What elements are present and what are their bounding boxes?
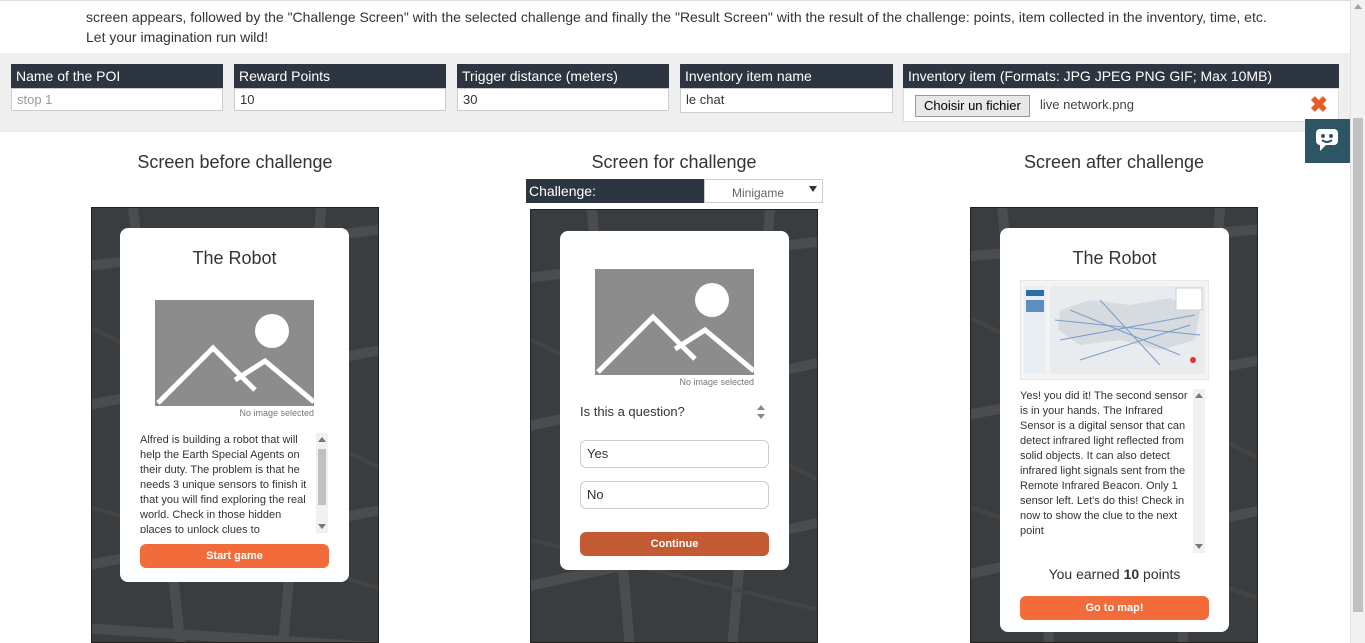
- answer-no[interactable]: No: [580, 481, 769, 509]
- inventory-file-field: Inventory item (Formats: JPG JPEG PNG GI…: [903, 64, 1339, 122]
- inventory-file-label: Inventory item (Formats: JPG JPEG PNG GI…: [903, 64, 1339, 88]
- scroll-up-icon[interactable]: [318, 437, 326, 442]
- before-challenge-title: Screen before challenge: [137, 152, 333, 172]
- intro-text: screen appears, followed by the "Challen…: [86, 9, 1267, 45]
- spinner-icon[interactable]: [755, 403, 767, 421]
- challenge-select-value: Minigame: [732, 186, 785, 200]
- reward-points-label: Reward Points: [234, 64, 446, 88]
- challenge-label: Challenge:: [526, 179, 704, 203]
- scroll-up-arrow-icon[interactable]: [1354, 4, 1362, 9]
- before-card: The Robot No image selected Alfred is bu…: [120, 228, 349, 582]
- image-placeholder-icon: [595, 269, 754, 375]
- page-scrollbar[interactable]: [1350, 0, 1365, 643]
- trigger-distance-input[interactable]: 30: [457, 88, 669, 111]
- challenge-card: No image selected Is this a question? Ye…: [560, 231, 789, 570]
- earned-points-value: 10: [1123, 566, 1140, 582]
- go-to-map-button[interactable]: Go to map!: [1020, 596, 1209, 620]
- inventory-name-label: Inventory item name: [680, 64, 893, 88]
- inventory-item-image: [1020, 280, 1209, 380]
- trigger-distance-label: Trigger distance (meters): [457, 64, 669, 88]
- scrollbar-thumb[interactable]: [318, 449, 326, 505]
- after-phone-preview: The Robot Yes! you did it! The second se…: [970, 207, 1258, 643]
- after-challenge-title: Screen after challenge: [1023, 152, 1205, 172]
- image-placeholder-icon: [155, 300, 314, 406]
- file-name: live network.png: [1040, 97, 1134, 112]
- trigger-distance-field: Trigger distance (meters) 30: [457, 64, 669, 111]
- earned-suffix: points: [1143, 566, 1181, 582]
- after-card-title: The Robot: [1072, 248, 1157, 268]
- inventory-file-row: Choisir un fichier live network.png ✖: [903, 88, 1339, 122]
- intro-section: screen appears, followed by the "Challen…: [0, 0, 1350, 54]
- inventory-name-field: Inventory item name le chat: [680, 64, 893, 113]
- inventory-name-input[interactable]: le chat: [680, 88, 893, 113]
- scroll-up-icon[interactable]: [1195, 393, 1203, 398]
- continue-button[interactable]: Continue: [580, 532, 769, 556]
- poi-name-label: Name of the POI: [11, 64, 223, 88]
- poi-fields-band: Name of the POI stop 1 Reward Points 10 …: [0, 53, 1350, 132]
- before-card-title: The Robot: [192, 248, 277, 268]
- start-game-button[interactable]: Start game: [140, 544, 329, 568]
- before-description-scrollbar[interactable]: [316, 433, 328, 533]
- answer-yes[interactable]: Yes: [580, 440, 769, 468]
- after-card: The Robot Yes! you did it! The second se…: [1000, 228, 1229, 632]
- reward-points-input[interactable]: 10: [234, 88, 446, 111]
- chat-widget-button[interactable]: [1305, 119, 1350, 163]
- choose-file-button[interactable]: Choisir un fichier: [915, 95, 1030, 117]
- scroll-down-icon[interactable]: [1195, 544, 1203, 549]
- challenge-phone-preview: No image selected Is this a question? Ye…: [530, 209, 818, 643]
- challenge-select[interactable]: Minigame: [704, 179, 823, 203]
- poi-name-input[interactable]: stop 1: [11, 88, 223, 111]
- chevron-down-icon: [809, 186, 817, 192]
- earned-prefix: You earned: [1048, 566, 1120, 582]
- earned-points-text: You earned 10 points: [1000, 566, 1229, 582]
- after-description: Yes! you did it! The second sensor is in…: [1020, 390, 1188, 537]
- reward-points-field: Reward Points 10: [234, 64, 446, 111]
- scroll-down-icon[interactable]: [318, 524, 326, 529]
- before-description: Alfred is building a robot that will hel…: [140, 434, 307, 533]
- poi-name-field: Name of the POI stop 1: [11, 64, 223, 111]
- question-text: Is this a question?: [580, 404, 685, 419]
- challenge-screen-title: Screen for challenge: [591, 152, 757, 172]
- chat-bubble-icon: [1316, 129, 1338, 151]
- close-icon[interactable]: ✖: [1310, 93, 1328, 117]
- no-image-text: No image selected: [679, 377, 754, 387]
- scrollbar-thumb[interactable]: [1353, 118, 1363, 612]
- no-image-text: No image selected: [239, 408, 314, 418]
- before-phone-preview: The Robot No image selected Alfred is bu…: [91, 207, 379, 643]
- after-description-scrollbar[interactable]: [1193, 389, 1205, 553]
